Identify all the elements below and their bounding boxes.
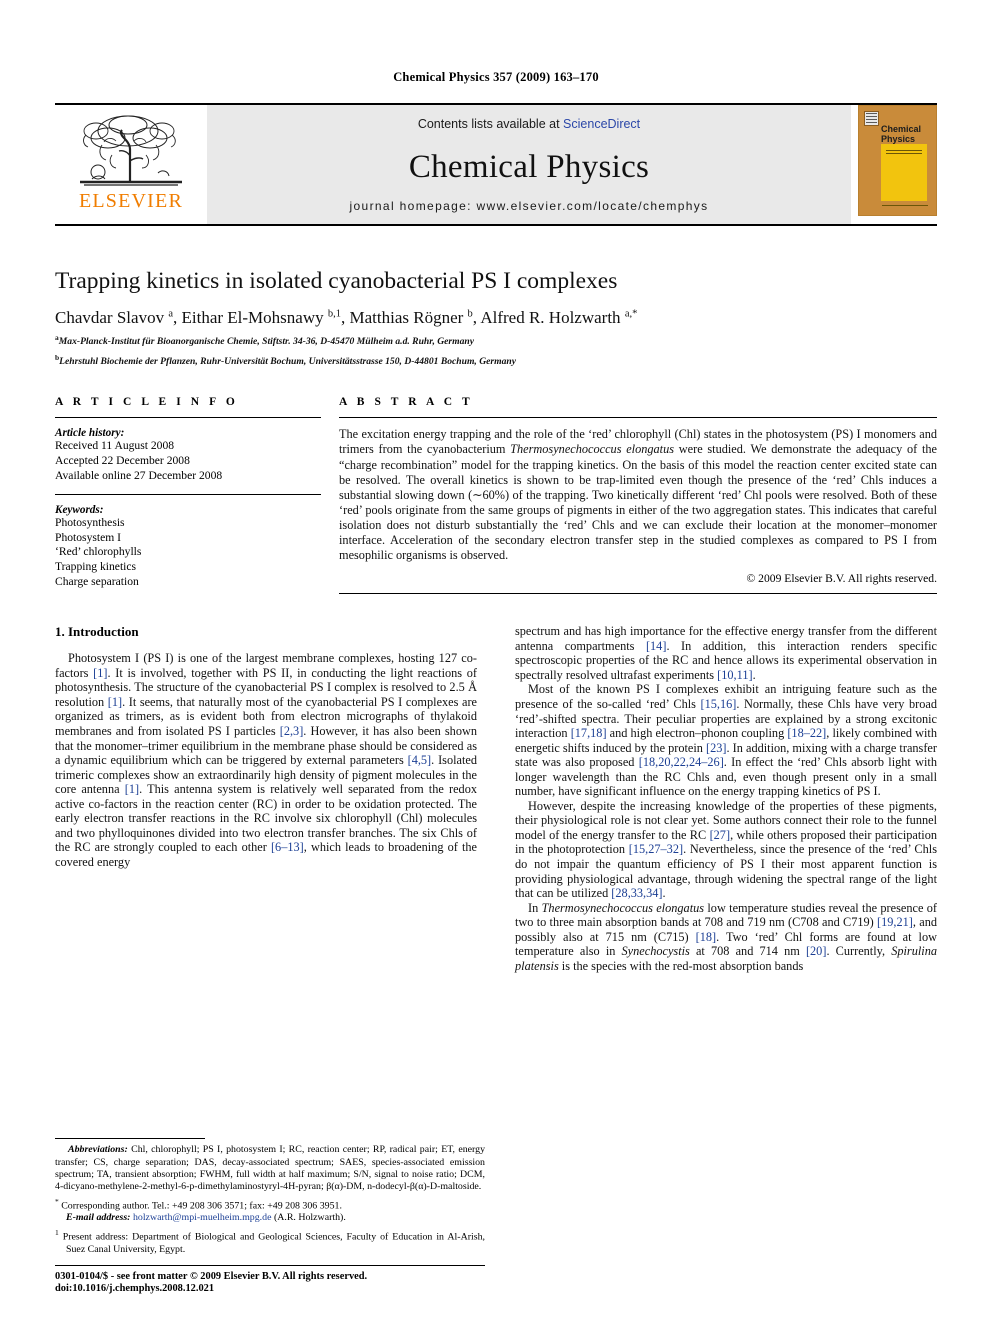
contents-available-line: Contents lists available at ScienceDirec… [418, 117, 640, 131]
email-label: E-mail address: [66, 1212, 131, 1224]
elsevier-wordmark: ELSEVIER [78, 190, 184, 212]
affiliation-b: bLehrstuhl Biochemie der Pflanzen, Ruhr-… [55, 351, 937, 368]
doi-line[interactable]: doi:10.1016/j.chemphys.2008.12.021 [55, 1283, 485, 1296]
journal-cover-thumbnail[interactable]: Chemical Physics [858, 105, 937, 216]
article-info-column: A R T I C L E I N F O Article history: R… [55, 396, 339, 594]
abstract-heading: A B S T R A C T [339, 396, 474, 409]
elsevier-logo: ELSEVIER [55, 105, 207, 224]
elsevier-tree-icon [80, 115, 182, 186]
cover-text-rule [886, 150, 922, 155]
article-info-rule [55, 417, 321, 419]
journal-banner-center: Contents lists available at ScienceDirec… [207, 105, 851, 224]
affiliation-a-text: Max-Planck-Institut für Bioanorganische … [58, 336, 475, 348]
article-history-accepted: Accepted 22 December 2008 [55, 453, 190, 467]
abbreviations-label: Abbreviations: [68, 1144, 128, 1156]
issn-line: 0301-0104/$ - see front matter © 2009 El… [55, 1270, 368, 1282]
footnote-corresponding-author: * Corresponding author. Tel.: +49 208 30… [55, 1196, 485, 1224]
cover-mark-lines [866, 113, 877, 124]
section-heading-introduction: 1. Introduction [55, 624, 139, 640]
body-paragraph: However, despite the increasing knowledg… [515, 798, 938, 901]
journal-cover-container: Chemical Physics [851, 105, 937, 224]
present-address-marker: 1 [55, 1228, 59, 1238]
corresponding-author-marker: * [55, 1196, 59, 1206]
journal-article-page: Chemical Physics 357 (2009) 163–170 ELSE… [0, 0, 992, 1323]
affiliation-a: aMax-Planck-Institut für Bioanorganische… [55, 331, 937, 348]
sciencedirect-link[interactable]: ScienceDirect [563, 117, 640, 131]
journal-title: Chemical Physics [408, 149, 650, 185]
keyword-item: Photosystem I [55, 530, 122, 544]
keyword-item: Photosynthesis [55, 516, 125, 530]
body-column-left: 1. Introduction Photosystem I (PS I) is … [55, 624, 477, 973]
affiliation-b-text: Lehrstuhl Biochemie der Pflanzen, Ruhr-U… [59, 356, 516, 368]
body-column-right: spectrum and has high importance for the… [515, 624, 937, 973]
cover-bottom-rule [882, 205, 928, 208]
body-paragraph: In Thermosynechococcus elongatus low tem… [515, 900, 937, 973]
keywords-label: Keywords: [55, 504, 104, 517]
abstract-column: A B S T R A C T The excitation energy tr… [339, 396, 937, 595]
article-history-received: Received 11 August 2008 [55, 439, 175, 453]
body-columns: 1. Introduction Photosystem I (PS I) is … [55, 624, 937, 973]
cover-title-line2: Physics [881, 133, 916, 144]
article-info-heading: A R T I C L E I N F O [55, 396, 239, 409]
keyword-item: Trapping kinetics [55, 559, 137, 573]
keywords-rule [55, 494, 321, 496]
cover-publisher-mark-icon [864, 111, 879, 126]
article-title: Trapping kinetics in isolated cyanobacte… [55, 268, 618, 294]
abstract-rule [339, 417, 937, 419]
keyword-item: Charge separation [55, 574, 139, 588]
footnote-separator-rule [55, 1138, 205, 1140]
abstract-copyright: © 2009 Elsevier B.V. All rights reserved… [746, 572, 937, 586]
footnote-abbreviations: Abbreviations: Chl, chlorophyll; PS I, p… [55, 1144, 485, 1192]
info-abstract-region: A R T I C L E I N F O Article history: R… [55, 396, 937, 595]
journal-banner: ELSEVIER Contents lists available at Sci… [55, 103, 937, 224]
body-paragraph: spectrum and has high importance for the… [515, 624, 937, 682]
email-link[interactable]: holzwarth@mpi-muelheim.mpg.de [133, 1212, 272, 1223]
body-paragraph: Most of the known PS I complexes exhibit… [515, 682, 937, 799]
article-history-label: Article history: [55, 427, 125, 440]
contents-prefix: Contents lists available at [417, 117, 560, 131]
banner-bottom-rule [55, 224, 937, 226]
footnote-present-address: 1 Present address: Department of Biologi… [55, 1227, 485, 1255]
journal-homepage-link[interactable]: journal homepage: www.elsevier.com/locat… [207, 199, 851, 213]
issn-doi-block: 0301-0104/$ - see front matter © 2009 El… [55, 1264, 485, 1296]
abstract-bottom-rule [339, 593, 937, 595]
cover-title: Chemical Physics [881, 124, 921, 144]
corresponding-author-text: Corresponding author. Tel.: +49 208 306 … [61, 1200, 342, 1212]
present-address-text: Present address: Department of Biologica… [62, 1231, 486, 1255]
title-block: Trapping kinetics in isolated cyanobacte… [55, 268, 937, 368]
footnote-area: Abbreviations: Chl, chlorophyll; PS I, p… [55, 1138, 485, 1296]
abstract-text: The excitation energy trapping and the r… [339, 427, 937, 563]
running-head: Chemical Physics 357 (2009) 163–170 [393, 70, 599, 84]
author-list: Chavdar Slavov a, Eithar El-Mohsnawy b,1… [55, 308, 638, 328]
email-suffix: (A.R. Holzwarth). [273, 1212, 346, 1224]
body-paragraph: Photosystem I (PS I) is one of the large… [55, 651, 478, 869]
keyword-item: ‘Red’ chlorophylls [55, 545, 142, 559]
article-history-online: Available online 27 December 2008 [55, 468, 223, 482]
